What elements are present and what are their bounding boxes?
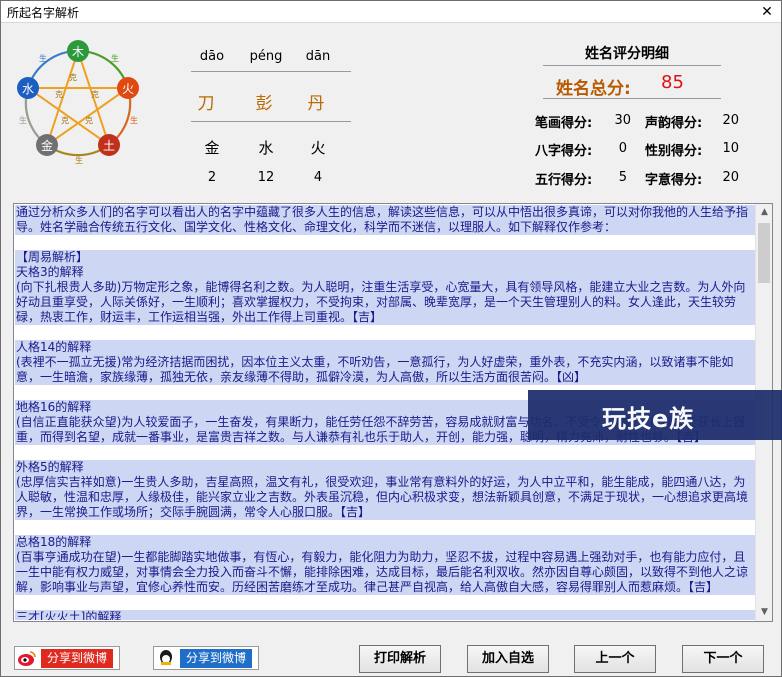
app-window: 所起名字解析 ✕ 木 火 土 金 水 生 生 生 生 生 克 克 克 克 克 d…: [0, 0, 782, 677]
sina-weibo-icon: [18, 651, 36, 666]
next-button[interactable]: 下一个: [682, 645, 764, 673]
analysis-paragraph: 【周易解析】: [15, 250, 756, 265]
scroll-up-icon[interactable]: ▲: [756, 204, 772, 221]
divider: [543, 65, 721, 66]
pinyin-1: dāo: [199, 49, 225, 64]
score-value: 30: [614, 113, 631, 128]
wood-label: 木: [72, 45, 84, 59]
qq-weibo-icon: [160, 650, 172, 665]
title-bar: 所起名字解析 ✕: [1, 1, 781, 23]
score-value: 10: [722, 141, 739, 156]
paragraph-gap: [15, 595, 756, 610]
sheng-label: 生: [19, 115, 27, 125]
analysis-paragraph: 三才[火火土]的解释: [15, 610, 756, 620]
strokes-3: 4: [313, 170, 323, 185]
analysis-paragraph: 总格18的解释: [15, 535, 756, 550]
scroll-down-icon[interactable]: ▼: [756, 604, 772, 621]
strokes-2: 12: [257, 170, 275, 185]
divider: [191, 71, 351, 72]
total-score-label: 姓名总分:: [556, 79, 631, 99]
watermark-text: 玩技e族: [602, 405, 695, 433]
analysis-paragraph: (表裡不一孤立无援)常为经济拮据而困扰，因本位主义太重，不听劝告，一意孤行，为人…: [15, 355, 756, 385]
share-qq-label: 分享到微博: [180, 649, 253, 668]
hanzi-2: 彭: [255, 94, 273, 114]
score-label: 五行得分:: [535, 173, 593, 188]
wheel-node-earth: 土: [98, 134, 120, 156]
score-label: 笔画得分:: [535, 116, 593, 131]
ke-label: 克: [55, 90, 63, 99]
water-label: 水: [22, 82, 34, 96]
sheng-label: 生: [111, 53, 119, 63]
analysis-paragraph: (忠厚信实吉祥如意)一生贵人多助，吉星高照，温文有礼，很受欢迎，事业常有意料外的…: [15, 475, 756, 520]
pinyin-3: dān: [305, 49, 331, 64]
paragraph-gap: [15, 325, 756, 340]
earth-label: 土: [103, 139, 115, 153]
score-title: 姓名评分明细: [585, 46, 669, 62]
score-value: 20: [722, 170, 739, 185]
analysis-paragraph: 人格14的解释: [15, 340, 756, 355]
strokes-1: 2: [207, 170, 217, 185]
hanzi-3: 丹: [307, 94, 325, 114]
hanzi-1: 刀: [197, 94, 215, 114]
scroll-thumb[interactable]: [758, 223, 770, 283]
close-icon[interactable]: ✕: [757, 3, 777, 21]
previous-button[interactable]: 上一个: [574, 645, 656, 673]
paragraph-gap: [15, 520, 756, 535]
wuxing-3: 火: [310, 139, 326, 157]
fire-label: 火: [122, 82, 134, 96]
score-label: 八字得分:: [535, 144, 593, 159]
watermark-logo: 玩技e族: [528, 390, 782, 440]
divider: [543, 98, 721, 99]
print-analysis-button[interactable]: 打印解析: [359, 645, 441, 673]
wheel-node-wood: 木: [67, 40, 89, 62]
pinyin-2: péng: [249, 49, 283, 64]
share-sina-label: 分享到微博: [41, 649, 114, 668]
wuxing-1: 金: [204, 139, 220, 157]
score-label: 声韵得分:: [645, 116, 703, 131]
score-value: 20: [722, 113, 739, 128]
window-title: 所起名字解析: [7, 6, 80, 20]
wheel-node-water: 水: [17, 77, 39, 99]
ke-label: 克: [91, 90, 99, 99]
paragraph-gap: [15, 445, 756, 460]
ke-label: 克: [69, 73, 77, 82]
sheng-label: 生: [39, 53, 47, 63]
score-value: 5: [618, 170, 627, 185]
analysis-paragraph: (百事亨通成功在望)一生都能脚踏实地做事，有恆心，有毅力，能化阻力为助力，坚忍不…: [15, 550, 756, 595]
divider: [191, 121, 351, 122]
ke-label: 克: [85, 116, 93, 125]
wuxing-wheel: 木 火 土 金 水 生 生 生 生 生 克 克 克 克 克: [17, 40, 139, 165]
analysis-paragraph: 通过分析众多人们的名字可以看出人的名字中蕴藏了很多人生的信息，解读这些信息，可以…: [15, 205, 756, 235]
wheel-node-metal: 金: [36, 134, 58, 156]
metal-label: 金: [41, 138, 53, 153]
analysis-paragraph: (向下扎根贵人多助)万物定形之象，能博得名利之数。为人聪明，注重生活享受，心宽量…: [15, 280, 756, 325]
wheel-node-fire: 火: [117, 77, 139, 99]
score-label: 字意得分:: [645, 173, 703, 188]
paragraph-gap: [15, 235, 756, 250]
analysis-paragraph: 天格3的解释: [15, 265, 756, 280]
share-qq-weibo-button[interactable]: 分享到微博: [153, 646, 259, 670]
total-score-value: 85: [661, 72, 684, 93]
score-value: 0: [618, 141, 627, 156]
score-label: 性别得分:: [645, 144, 703, 159]
ke-label: 克: [61, 116, 69, 125]
sheng-label: 生: [75, 155, 83, 165]
sheng-label: 生: [130, 115, 138, 125]
wuxing-2: 水: [258, 139, 274, 157]
analysis-paragraph: 外格5的解释: [15, 460, 756, 475]
add-to-favorites-button[interactable]: 加入自选: [467, 645, 549, 673]
share-sina-weibo-button[interactable]: 分享到微博: [14, 646, 120, 670]
